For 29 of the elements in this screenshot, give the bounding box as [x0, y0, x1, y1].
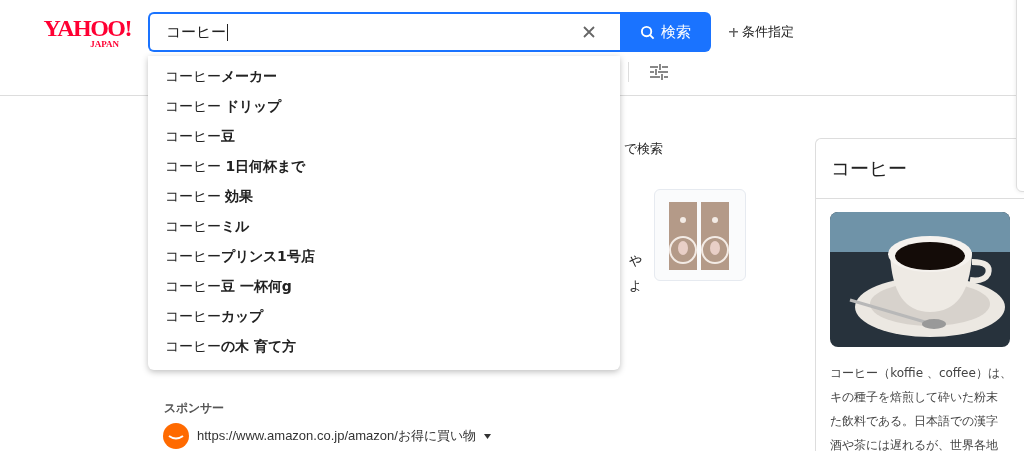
description-text: 酒や茶には遅れるが、世界各地: [830, 437, 1000, 451]
suggestion-item[interactable]: コーヒーカップ: [148, 302, 620, 332]
filter-icon[interactable]: [650, 64, 668, 80]
suggestion-item[interactable]: コーヒープリンス1号店: [148, 242, 620, 272]
suggestion-item[interactable]: コーヒーミル: [148, 212, 620, 242]
suggestion-item[interactable]: コーヒー ドリップ: [148, 92, 620, 122]
product-thumbnail[interactable]: [654, 189, 746, 281]
logo-subtext: JAPAN: [90, 39, 119, 49]
suggestion-item[interactable]: コーヒーメーカー: [148, 62, 620, 92]
search-button[interactable]: 検索: [620, 12, 711, 52]
description-text: キの種子を焙煎して砕いた粉末: [830, 389, 1000, 406]
suggestion-item[interactable]: コーヒー豆: [148, 122, 620, 152]
suggestion-item[interactable]: コーヒー 1日何杯まで: [148, 152, 620, 182]
description-text: た飲料である。日本語での漢字: [830, 413, 1000, 430]
advanced-search-link[interactable]: 条件指定: [729, 23, 794, 41]
close-icon[interactable]: [582, 25, 596, 39]
result-text: で検索: [624, 140, 664, 158]
suggestion-item[interactable]: コーヒー 効果: [148, 182, 620, 212]
sponsor-link[interactable]: https://www.amazon.co.jp/amazon/お得に買い物: [197, 427, 476, 445]
result-text: や: [629, 252, 642, 270]
sponsor-label: スポンサー: [164, 400, 225, 417]
logo-text[interactable]: YAHOO!: [43, 15, 131, 40]
description-text: コーヒー（koffie 、coffee）は、: [830, 365, 1013, 382]
dropdown-icon[interactable]: [483, 433, 491, 439]
search-field[interactable]: コーヒー: [148, 12, 620, 52]
result-text: よ: [629, 277, 642, 295]
suggestion-item[interactable]: コーヒー豆 一杯何g: [148, 272, 620, 302]
suggestion-item[interactable]: コーヒーの木 育て方: [148, 332, 620, 362]
search-icon: [640, 24, 655, 40]
